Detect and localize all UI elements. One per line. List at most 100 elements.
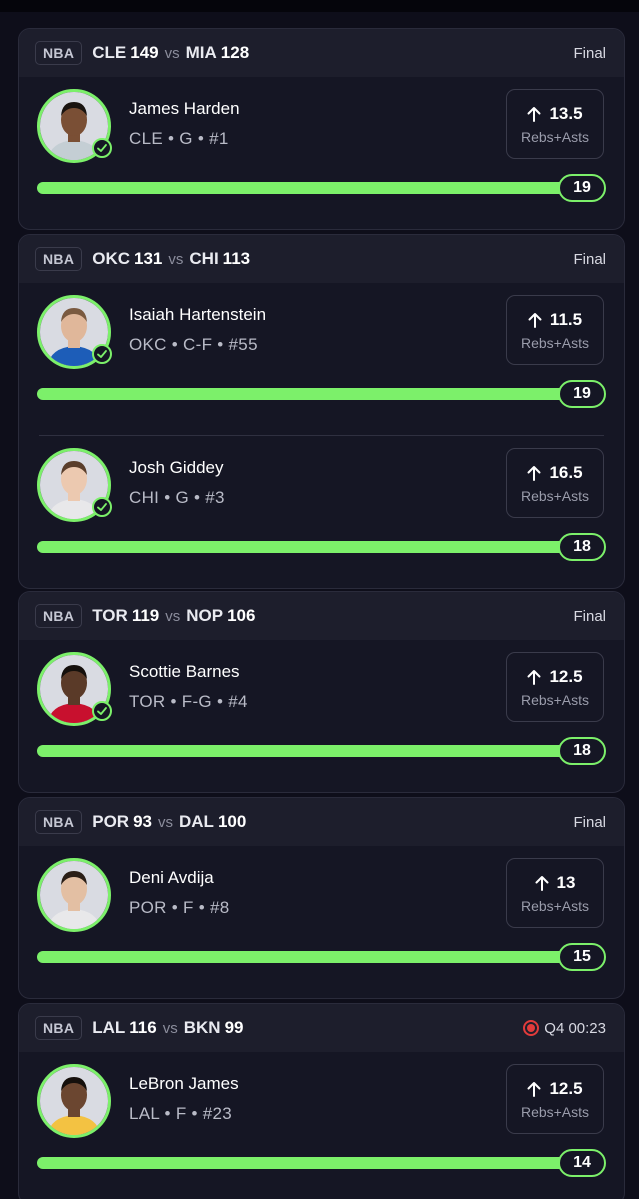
progress-bar bbox=[37, 182, 570, 194]
player-info: POR • F • #8 bbox=[129, 898, 230, 917]
player-headshot-icon bbox=[40, 861, 108, 929]
result-value: 14 bbox=[558, 1149, 606, 1177]
away-team: POR bbox=[92, 812, 130, 831]
result-value: 18 bbox=[558, 737, 606, 765]
avatar bbox=[37, 1064, 111, 1138]
game-status: Final bbox=[573, 813, 606, 831]
player-headshot-icon bbox=[40, 1067, 108, 1135]
game-status: Final bbox=[573, 44, 606, 62]
home-team: NOP bbox=[186, 606, 224, 625]
progress-bar-fill bbox=[37, 951, 570, 963]
game-header: NBA LAL 116 vs BKN 99 Q4 00:23 bbox=[19, 1004, 624, 1052]
player-name: Josh Giddey bbox=[129, 458, 224, 477]
projection-value: 13.5 bbox=[549, 103, 583, 123]
projection-box[interactable]: 13 Rebs+Asts bbox=[506, 858, 604, 928]
arrow-up-icon bbox=[527, 1081, 541, 1097]
projection-box[interactable]: 16.5 Rebs+Asts bbox=[506, 448, 604, 518]
projection-box[interactable]: 12.5 Rebs+Asts bbox=[506, 652, 604, 722]
progress-bar-fill bbox=[37, 388, 570, 400]
away-score: 116 bbox=[129, 1018, 157, 1037]
progress-bar-fill bbox=[37, 745, 570, 757]
stat-type: Rebs+Asts bbox=[520, 334, 590, 351]
avatar bbox=[37, 448, 112, 522]
player-info: LAL • F • #23 bbox=[129, 1104, 233, 1123]
away-score: 131 bbox=[134, 249, 163, 268]
game-header: NBA CLE 149 vs MIA 128 Final bbox=[19, 29, 624, 77]
vs-label: vs bbox=[165, 608, 181, 625]
avatar bbox=[37, 89, 112, 163]
player-info: TOR • F-G • #4 bbox=[129, 692, 248, 711]
game-header: NBA TOR 119 vs NOP 106 Final bbox=[19, 592, 624, 640]
away-team: LAL bbox=[92, 1018, 126, 1037]
game-card[interactable]: NBA CLE 149 vs MIA 128 Final James Harde… bbox=[18, 28, 625, 230]
projection-line: 13.5 bbox=[527, 103, 583, 124]
game-card[interactable]: NBA OKC 131 vs CHI 113 Final Isaiah Hart… bbox=[18, 234, 625, 589]
progress-bar-fill bbox=[37, 182, 570, 194]
player-info: CHI • G • #3 bbox=[129, 488, 225, 507]
result-value: 15 bbox=[558, 943, 606, 971]
projection-line: 13 bbox=[535, 872, 576, 893]
away-score: 93 bbox=[133, 812, 152, 831]
game-card[interactable]: NBA LAL 116 vs BKN 99 Q4 00:23 LeBron Ja… bbox=[18, 1003, 625, 1199]
arrow-up-icon bbox=[527, 465, 541, 481]
player-pick-row[interactable]: Deni Avdija POR • F • #8 13 Rebs+Asts 15 bbox=[19, 846, 624, 998]
projection-line: 12.5 bbox=[527, 1078, 583, 1099]
arrow-up-icon bbox=[528, 312, 542, 328]
league-badge: NBA bbox=[35, 247, 83, 271]
projection-value: 13 bbox=[556, 872, 576, 892]
progress-bar bbox=[37, 951, 570, 963]
player-pick-row[interactable]: Josh Giddey CHI • G • #3 16.5 Rebs+Asts … bbox=[19, 436, 624, 588]
player-name: LeBron James bbox=[129, 1074, 239, 1093]
avatar bbox=[37, 858, 111, 932]
game-card[interactable]: NBA POR 93 vs DAL 100 Final Deni Avdija … bbox=[18, 797, 625, 999]
league-badge: NBA bbox=[35, 604, 83, 628]
game-header: NBA OKC 131 vs CHI 113 Final bbox=[19, 235, 624, 283]
game-status-area: Q4 00:23 bbox=[523, 1020, 606, 1037]
progress-bar bbox=[37, 745, 570, 757]
result-value: 19 bbox=[558, 174, 606, 202]
progress-bar bbox=[37, 1157, 570, 1169]
home-score: 106 bbox=[227, 606, 256, 625]
away-team: OKC bbox=[92, 249, 131, 268]
game-status-area: Final bbox=[573, 45, 606, 62]
projection-box[interactable]: 11.5 Rebs+Asts bbox=[506, 295, 604, 365]
progress-bar-fill bbox=[37, 541, 570, 553]
hit-check-icon bbox=[92, 701, 112, 721]
progress-bar bbox=[37, 541, 570, 553]
result-value: 18 bbox=[558, 533, 606, 561]
projection-value: 12.5 bbox=[549, 1078, 583, 1098]
player-pick-row[interactable]: Isaiah Hartenstein OKC • C-F • #55 11.5 … bbox=[19, 283, 624, 435]
avatar bbox=[37, 652, 112, 726]
stat-type: Rebs+Asts bbox=[520, 1103, 590, 1120]
projection-value: 12.5 bbox=[549, 666, 583, 686]
game-header: NBA POR 93 vs DAL 100 Final bbox=[19, 798, 624, 846]
home-score: 99 bbox=[224, 1018, 244, 1037]
avatar bbox=[37, 295, 112, 369]
player-name: Isaiah Hartenstein bbox=[129, 305, 267, 324]
home-team: DAL bbox=[179, 812, 214, 831]
away-team: CLE bbox=[92, 43, 127, 62]
arrow-up-icon bbox=[527, 106, 541, 122]
game-card[interactable]: NBA TOR 119 vs NOP 106 Final Scottie Bar… bbox=[18, 591, 625, 793]
projection-value: 11.5 bbox=[549, 309, 583, 329]
stat-type: Rebs+Asts bbox=[520, 128, 590, 145]
home-score: 128 bbox=[220, 43, 250, 62]
matchup: OKC 131 vs CHI 113 bbox=[92, 249, 250, 269]
game-status-area: Final bbox=[573, 814, 606, 831]
away-team: TOR bbox=[92, 606, 128, 625]
projection-box[interactable]: 13.5 Rebs+Asts bbox=[506, 89, 604, 159]
stat-type: Rebs+Asts bbox=[520, 897, 590, 914]
game-status: Q4 00:23 bbox=[544, 1019, 606, 1037]
player-pick-row[interactable]: James Harden CLE • G • #1 13.5 Rebs+Asts… bbox=[19, 77, 624, 229]
projection-box[interactable]: 12.5 Rebs+Asts bbox=[506, 1064, 604, 1134]
hit-check-icon bbox=[92, 497, 112, 517]
away-score: 119 bbox=[131, 606, 160, 625]
stat-type: Rebs+Asts bbox=[520, 691, 590, 708]
player-pick-row[interactable]: LeBron James LAL • F • #23 12.5 Rebs+Ast… bbox=[19, 1052, 624, 1199]
league-badge: NBA bbox=[35, 810, 83, 834]
game-status-area: Final bbox=[573, 608, 606, 625]
player-pick-row[interactable]: Scottie Barnes TOR • F-G • #4 12.5 Rebs+… bbox=[19, 640, 624, 792]
stat-type: Rebs+Asts bbox=[520, 487, 590, 504]
result-value: 19 bbox=[558, 380, 606, 408]
vs-label: vs bbox=[164, 45, 180, 62]
